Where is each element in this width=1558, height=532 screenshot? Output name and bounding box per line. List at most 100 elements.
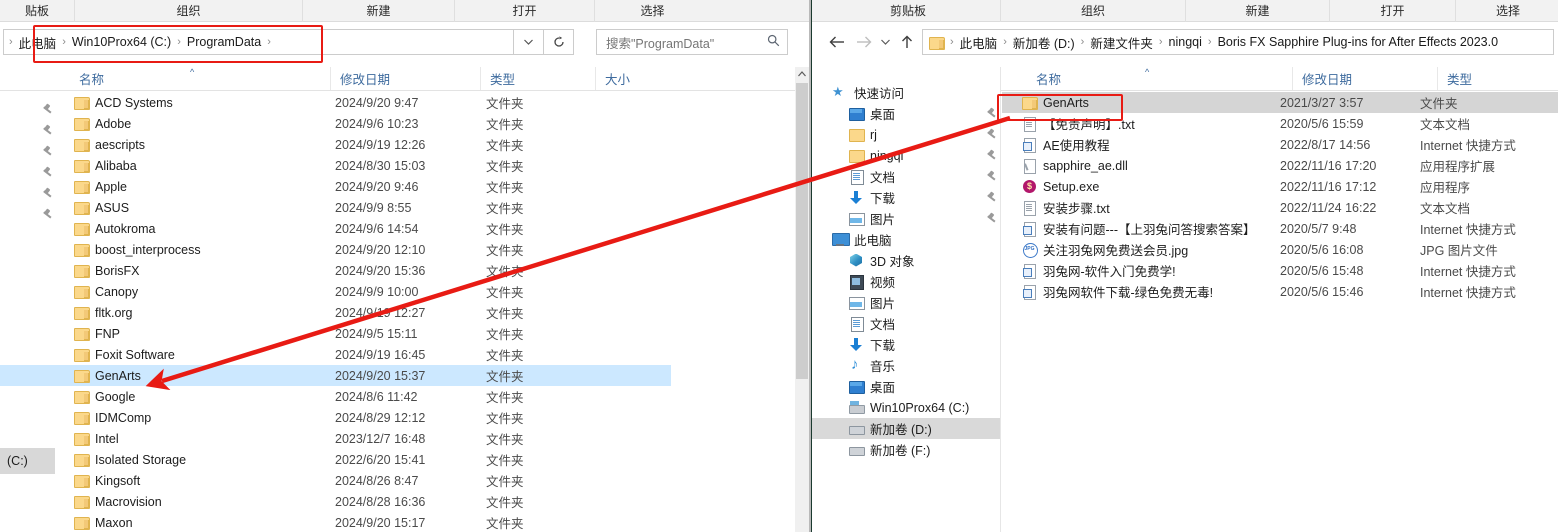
file-date-cell: 2024/9/9 8:55 — [335, 200, 412, 215]
table-row[interactable]: BorisFX 2024/9/20 15:36 文件夹 — [0, 260, 795, 281]
table-row[interactable]: 安装有问题---【上羽兔问答搜索答案】 2020/5/7 9:48 Internet… — [1002, 218, 1558, 239]
table-row[interactable]: Kingsoft 2024/8/26 8:47 文件夹 — [0, 470, 795, 491]
breadcrumb-item-new-folder[interactable]: 新建文件夹 — [1085, 33, 1158, 52]
chevron-down-icon[interactable] — [514, 29, 544, 55]
nav-pane-item-2[interactable]: rj — [812, 124, 1000, 145]
nav-pane-item-10[interactable]: 图片 — [812, 292, 1000, 313]
table-row[interactable]: Alibaba 2024/8/30 15:03 文件夹 — [0, 155, 795, 176]
breadcrumb-item-ningqi[interactable]: ningqi — [1164, 35, 1207, 49]
table-row[interactable]: FNP 2024/9/5 15:11 文件夹 — [0, 323, 795, 344]
nav-pane-item-6[interactable]: 图片 — [812, 208, 1000, 229]
ribbon-tab-4[interactable]: 选择 — [1456, 0, 1558, 22]
ribbon-tab-4[interactable]: 选择 — [595, 0, 710, 22]
ribbon-tab-3[interactable]: 打开 — [455, 0, 595, 22]
nav-pane-item-0[interactable]: 快速访问 — [812, 82, 1000, 103]
ribbon-tab-0[interactable]: 贴板 — [0, 0, 75, 22]
table-row[interactable]: boost_interprocess 2024/9/20 12:10 文件夹 — [0, 239, 795, 260]
table-row[interactable]: Apple 2024/9/20 9:46 文件夹 — [0, 176, 795, 197]
pin-icon[interactable] — [986, 149, 997, 162]
table-row[interactable]: Maxon 2024/9/20 15:17 文件夹 — [0, 512, 795, 532]
pin-icon[interactable] — [986, 107, 997, 120]
right-address-bar[interactable]: › 此电脑 › 新加卷 (D:) › 新建文件夹 › ningqi › Bori… — [922, 29, 1554, 55]
up-arrow-icon[interactable] — [896, 32, 918, 52]
table-row[interactable]: ASUS 2024/9/9 8:55 文件夹 — [0, 197, 795, 218]
breadcrumb-item-this-pc[interactable]: 此电脑 — [955, 33, 1003, 52]
ribbon-tab-0[interactable]: 剪贴板 — [816, 0, 1001, 22]
table-row[interactable]: Macrovision 2024/8/28 16:36 文件夹 — [0, 491, 795, 512]
table-row[interactable]: Autokroma 2024/9/6 14:54 文件夹 — [0, 218, 795, 239]
column-header-1[interactable]: 修改日期 — [330, 67, 480, 90]
table-row[interactable]: GenArts 2024/9/20 15:37 文件夹 — [0, 365, 671, 386]
file-date-cell: 2024/9/20 12:10 — [335, 242, 426, 257]
nav-pane-item-4[interactable]: 文档 — [812, 166, 1000, 187]
pin-icon[interactable] — [42, 187, 53, 200]
nav-pane-item-15[interactable]: Win10Prox64 (C:) — [812, 397, 1000, 418]
table-row[interactable]: 关注羽兔网免费送会员.jpg 2020/5/6 16:08 JPG 图片文件 — [1002, 239, 1558, 260]
nav-pane-item-3[interactable]: ningqi — [812, 145, 1000, 166]
column-header-0[interactable]: 名称 — [1027, 67, 1292, 90]
breadcrumb-item-sapphire[interactable]: Boris FX Sapphire Plug-ins for After Eff… — [1213, 35, 1503, 49]
pin-icon[interactable] — [986, 170, 997, 183]
nav-pane-item-11[interactable]: 文档 — [812, 313, 1000, 334]
nav-pane-item-14[interactable]: 桌面 — [812, 376, 1000, 397]
nav-pane-item-17[interactable]: 新加卷 (F:) — [812, 439, 1000, 460]
nav-pane-item-13[interactable]: 音乐 — [812, 355, 1000, 376]
table-row[interactable]: ACD Systems 2024/9/20 9:47 文件夹 — [0, 92, 795, 113]
column-header-2[interactable]: 类型 — [480, 67, 595, 90]
table-row[interactable]: IDMComp 2024/8/29 12:12 文件夹 — [0, 407, 795, 428]
table-row[interactable]: aescripts 2024/9/19 12:26 文件夹 — [0, 134, 795, 155]
pin-icon[interactable] — [42, 145, 53, 158]
pin-icon[interactable] — [986, 212, 997, 225]
breadcrumb-item-drive-d[interactable]: 新加卷 (D:) — [1008, 33, 1080, 52]
nav-pane-item-7[interactable]: 此电脑 — [812, 229, 1000, 250]
nav-pane-item-1[interactable]: 桌面 — [812, 103, 1000, 124]
ribbon-tab-1[interactable]: 组织 — [75, 0, 303, 22]
table-row[interactable]: Google 2024/8/6 11:42 文件夹 — [0, 386, 795, 407]
pin-icon[interactable] — [42, 208, 53, 221]
nav-pane-splitter[interactable] — [1000, 67, 1001, 532]
ribbon-tab-3[interactable]: 打开 — [1330, 0, 1456, 22]
recent-locations-chevron-down-icon[interactable] — [876, 32, 894, 52]
table-row[interactable]: Intel 2023/12/7 16:48 文件夹 — [0, 428, 795, 449]
ribbon-tab-2[interactable]: 新建 — [1186, 0, 1330, 22]
table-row[interactable]: AE使用教程 2022/8/17 14:56 Internet 快捷方式 — [1002, 134, 1558, 155]
nav-pane-item-12[interactable]: 下载 — [812, 334, 1000, 355]
scroll-up-arrow-icon[interactable] — [795, 67, 809, 81]
pin-icon[interactable] — [42, 103, 53, 116]
pin-icon[interactable] — [42, 166, 53, 179]
table-row[interactable]: Foxit Software 2024/9/19 16:45 文件夹 — [0, 344, 795, 365]
folder-icon — [74, 390, 90, 404]
table-row[interactable]: Adobe 2024/9/6 10:23 文件夹 — [0, 113, 795, 134]
back-arrow-icon[interactable] — [826, 32, 848, 52]
nav-pane-item-8[interactable]: 3D 对象 — [812, 250, 1000, 271]
left-vertical-scrollbar[interactable] — [795, 67, 809, 532]
column-header-2[interactable]: 类型 — [1437, 67, 1558, 90]
refresh-icon[interactable] — [544, 29, 574, 55]
ribbon-tab-1[interactable]: 组织 — [1001, 0, 1186, 22]
pin-icon[interactable] — [986, 128, 997, 141]
column-header-3[interactable]: 大小 — [595, 67, 675, 90]
table-row[interactable]: fltk.org 2024/9/19 12:27 文件夹 — [0, 302, 795, 323]
ribbon-tab-label: 贴板 — [24, 4, 49, 18]
search-input[interactable]: 搜索"ProgramData" — [596, 29, 788, 55]
column-header-label: 名称 — [1036, 73, 1062, 87]
table-row[interactable]: sapphire_ae.dll 2022/11/16 17:20 应用程序扩展 6 — [1002, 155, 1558, 176]
table-row[interactable]: 羽兔网-软件入门免费学! 2020/5/6 15:48 Internet 快捷方式 — [1002, 260, 1558, 281]
file-date-cell: 2021/3/27 3:57 — [1280, 95, 1364, 110]
nav-pane-item-16[interactable]: 新加卷 (D:) — [812, 418, 1000, 439]
file-name-text: Canopy — [95, 284, 139, 299]
pin-icon[interactable] — [986, 191, 997, 204]
column-header-label: 名称 — [79, 73, 105, 87]
pin-icon[interactable] — [42, 124, 53, 137]
nav-pane-item-5[interactable]: 下载 — [812, 187, 1000, 208]
table-row[interactable]: Canopy 2024/9/9 10:00 文件夹 — [0, 281, 795, 302]
file-date-cell: 2024/9/19 12:26 — [335, 137, 426, 152]
scroll-thumb[interactable] — [796, 83, 808, 379]
ribbon-tab-2[interactable]: 新建 — [303, 0, 455, 22]
table-row[interactable]: Isolated Storage 2022/6/20 15:41 文件夹 — [0, 449, 795, 470]
table-row[interactable]: 安装步骤.txt 2022/11/24 16:22 文本文档 — [1002, 197, 1558, 218]
table-row[interactable]: 羽兔网软件下载-绿色免费无毒! 2020/5/6 15:46 Internet 快捷… — [1002, 281, 1558, 302]
column-header-1[interactable]: 修改日期 — [1292, 67, 1437, 90]
table-row[interactable]: Setup.exe 2022/11/16 17:12 应用程序 64 — [1002, 176, 1558, 197]
nav-pane-item-9[interactable]: 视频 — [812, 271, 1000, 292]
